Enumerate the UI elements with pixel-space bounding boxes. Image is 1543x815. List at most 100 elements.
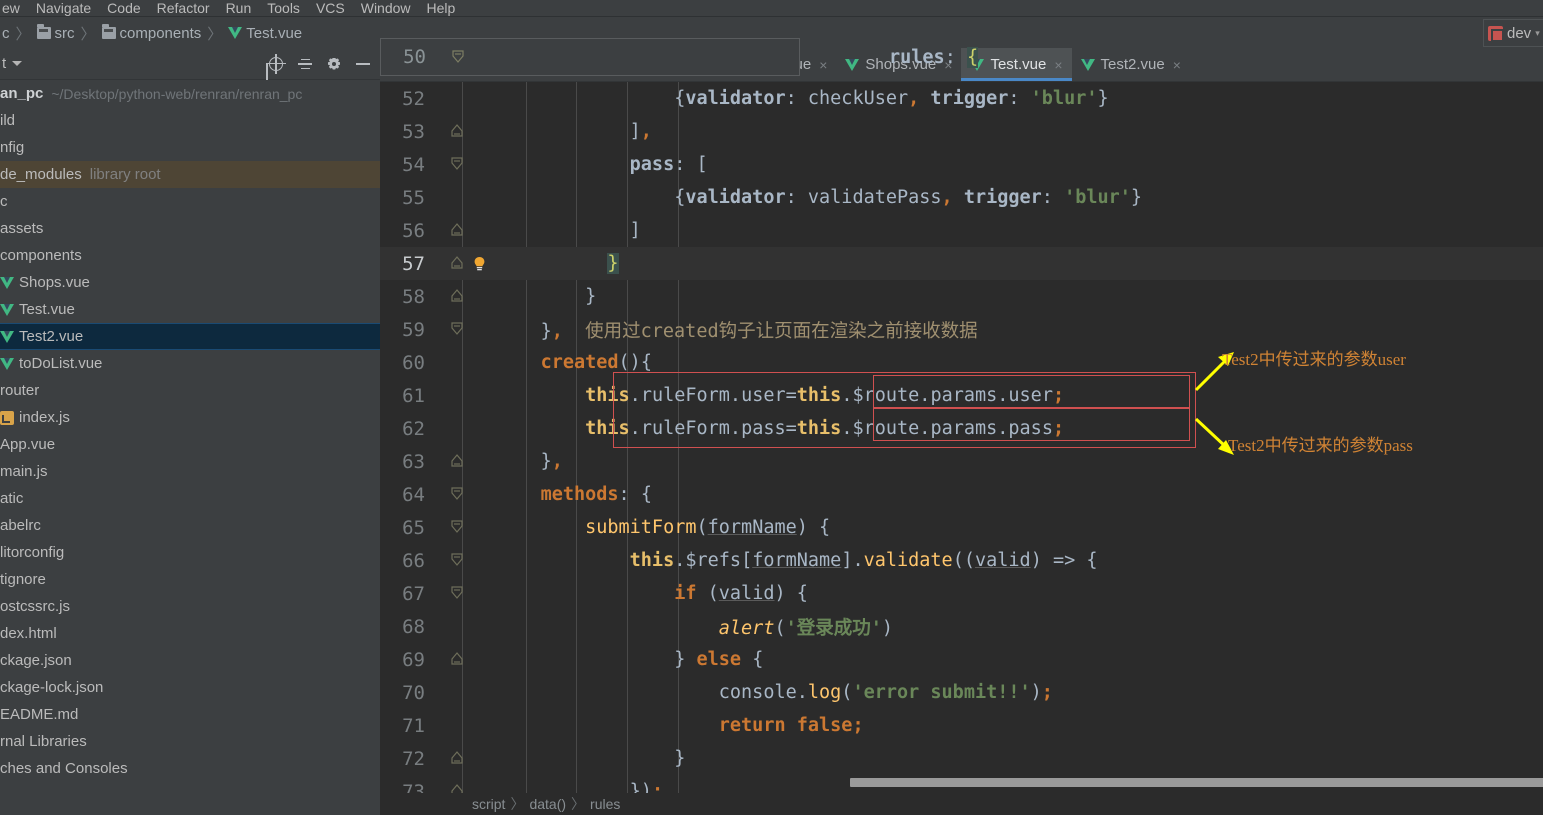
line-number[interactable]: 66 xyxy=(380,550,434,572)
code-line[interactable]: 54 pass: [ xyxy=(380,148,1543,181)
code-line[interactable]: 64 methods: { xyxy=(380,478,1543,511)
line-number[interactable]: 58 xyxy=(380,286,434,308)
locate-icon[interactable] xyxy=(266,53,286,74)
line-number[interactable]: 71 xyxy=(380,715,434,737)
editor-gutter[interactable] xyxy=(434,478,496,511)
tree-item[interactable]: rnal Libraries xyxy=(0,728,380,755)
tree-item[interactable]: main.js xyxy=(0,458,380,485)
line-number[interactable]: 60 xyxy=(380,352,434,374)
fold-collapse-icon[interactable] xyxy=(450,520,464,535)
tree-item[interactable]: nfig xyxy=(0,134,380,161)
code-line[interactable]: 72 } xyxy=(380,742,1543,775)
tree-item[interactable]: ild xyxy=(0,107,380,134)
menu-item-code[interactable]: Code xyxy=(107,0,140,16)
tree-item[interactable]: components xyxy=(0,242,380,269)
editor-gutter[interactable] xyxy=(434,643,496,676)
tree-item[interactable]: an_pc ~/Desktop/python-web/renran/renran_… xyxy=(0,80,380,107)
tree-item[interactable]: Shops.vue xyxy=(0,269,380,296)
breadcrumb-item-src[interactable]: src xyxy=(55,25,75,42)
intention-bulb-icon[interactable] xyxy=(472,256,487,272)
breadcrumb-item-file[interactable]: Test.vue xyxy=(246,25,302,42)
structure-crumb-rules[interactable]: rules xyxy=(590,796,620,812)
editor-gutter[interactable] xyxy=(434,709,496,742)
fold-collapse-icon[interactable] xyxy=(450,322,464,337)
editor-gutter[interactable] xyxy=(434,577,496,610)
menu-item-help[interactable]: Help xyxy=(427,0,456,16)
tree-item[interactable]: assets xyxy=(0,215,380,242)
editor-gutter[interactable] xyxy=(434,511,496,544)
editor-gutter[interactable] xyxy=(434,181,496,214)
fold-expand-icon[interactable] xyxy=(450,652,464,667)
editor-gutter[interactable] xyxy=(434,115,496,148)
tree-item[interactable]: Test.vue xyxy=(0,296,380,323)
line-number[interactable]: 65 xyxy=(380,517,434,539)
project-panel-title[interactable]: t xyxy=(0,55,6,72)
menu-item-tools[interactable]: Tools xyxy=(267,0,300,16)
tree-item[interactable]: atic xyxy=(0,485,380,512)
line-number[interactable]: 54 xyxy=(380,154,434,176)
code-line[interactable]: 68 alert('登录成功') xyxy=(380,610,1543,643)
editor-gutter[interactable] xyxy=(434,214,496,247)
editor-gutter[interactable] xyxy=(434,445,496,478)
breadcrumb-item-components[interactable]: components xyxy=(120,25,202,42)
code-line[interactable]: 71 return false; xyxy=(380,709,1543,742)
fold-collapse-icon[interactable] xyxy=(450,157,464,172)
settings-gear-icon[interactable] xyxy=(325,55,343,73)
tree-item[interactable]: App.vue xyxy=(0,431,380,458)
horizontal-scrollbar[interactable] xyxy=(850,778,1543,787)
menu-item-refactor[interactable]: Refactor xyxy=(157,0,210,16)
line-number[interactable]: 69 xyxy=(380,649,434,671)
minimize-icon[interactable] xyxy=(354,55,372,73)
menu-item-run[interactable]: Run xyxy=(226,0,252,16)
structure-crumb-data[interactable]: data() xyxy=(529,796,566,812)
code-line[interactable]: 65 submitForm(formName) { xyxy=(380,511,1543,544)
editor-gutter[interactable] xyxy=(434,280,496,313)
tree-item[interactable]: ches and Consoles xyxy=(0,755,380,782)
line-number[interactable]: 56 xyxy=(380,220,434,242)
code-line[interactable]: 53 ], xyxy=(380,115,1543,148)
fold-collapse-icon[interactable] xyxy=(450,586,464,601)
line-number[interactable]: 67 xyxy=(380,583,434,605)
code-line[interactable]: 69 } else { xyxy=(380,643,1543,676)
editor-gutter[interactable] xyxy=(434,544,496,577)
menu-item-view[interactable]: ew xyxy=(2,0,20,16)
editor-gutter[interactable] xyxy=(434,313,496,346)
tree-item[interactable]: ckage-lock.json xyxy=(0,674,380,701)
tree-item[interactable]: EADME.md xyxy=(0,701,380,728)
line-number[interactable]: 72 xyxy=(380,748,434,770)
tree-item[interactable]: de_modules library root xyxy=(0,161,380,188)
tree-item[interactable]: index.js xyxy=(0,404,380,431)
menu-item-window[interactable]: Window xyxy=(361,0,411,16)
fold-collapse-icon[interactable] xyxy=(450,487,464,502)
fold-expand-icon[interactable] xyxy=(450,124,464,139)
tree-item[interactable]: ckage.json xyxy=(0,647,380,674)
code-line[interactable]: 59 }, 使用过created钩子让页面在渲染之前接收数据 xyxy=(380,313,1543,346)
editor-gutter[interactable] xyxy=(434,676,496,709)
line-number[interactable]: 62 xyxy=(380,418,434,440)
code-line[interactable]: 58 } xyxy=(380,280,1543,313)
code-line[interactable]: 70 console.log('error submit!!'); xyxy=(380,676,1543,709)
line-number[interactable]: 52 xyxy=(380,88,434,110)
line-number[interactable]: 64 xyxy=(380,484,434,506)
code-line[interactable]: 57 } xyxy=(380,247,1543,280)
tree-item[interactable]: c xyxy=(0,188,380,215)
close-icon[interactable]: × xyxy=(1054,57,1062,73)
editor-gutter[interactable] xyxy=(434,346,496,379)
breadcrumb-item-root[interactable]: c xyxy=(2,25,10,42)
collapse-all-icon[interactable] xyxy=(296,55,314,73)
code-line[interactable]: 67 if (valid) { xyxy=(380,577,1543,610)
editor-tab-test2vue[interactable]: Test2.vue × xyxy=(1072,48,1190,81)
editor-gutter[interactable] xyxy=(434,412,496,445)
chevron-down-icon[interactable] xyxy=(12,61,23,66)
tree-item[interactable]: router xyxy=(0,377,380,404)
editor-gutter[interactable] xyxy=(434,82,496,115)
line-number[interactable]: 59 xyxy=(380,319,434,341)
line-number[interactable]: 63 xyxy=(380,451,434,473)
tree-item[interactable]: Test2.vue xyxy=(0,323,380,350)
tree-item[interactable]: litorconfig xyxy=(0,539,380,566)
code-line[interactable]: 56 ] xyxy=(380,214,1543,247)
tree-item[interactable]: ostcssrc.js xyxy=(0,593,380,620)
tree-item[interactable]: tignore xyxy=(0,566,380,593)
fold-expand-icon[interactable] xyxy=(450,751,464,766)
fold-collapse-icon[interactable] xyxy=(451,49,465,65)
